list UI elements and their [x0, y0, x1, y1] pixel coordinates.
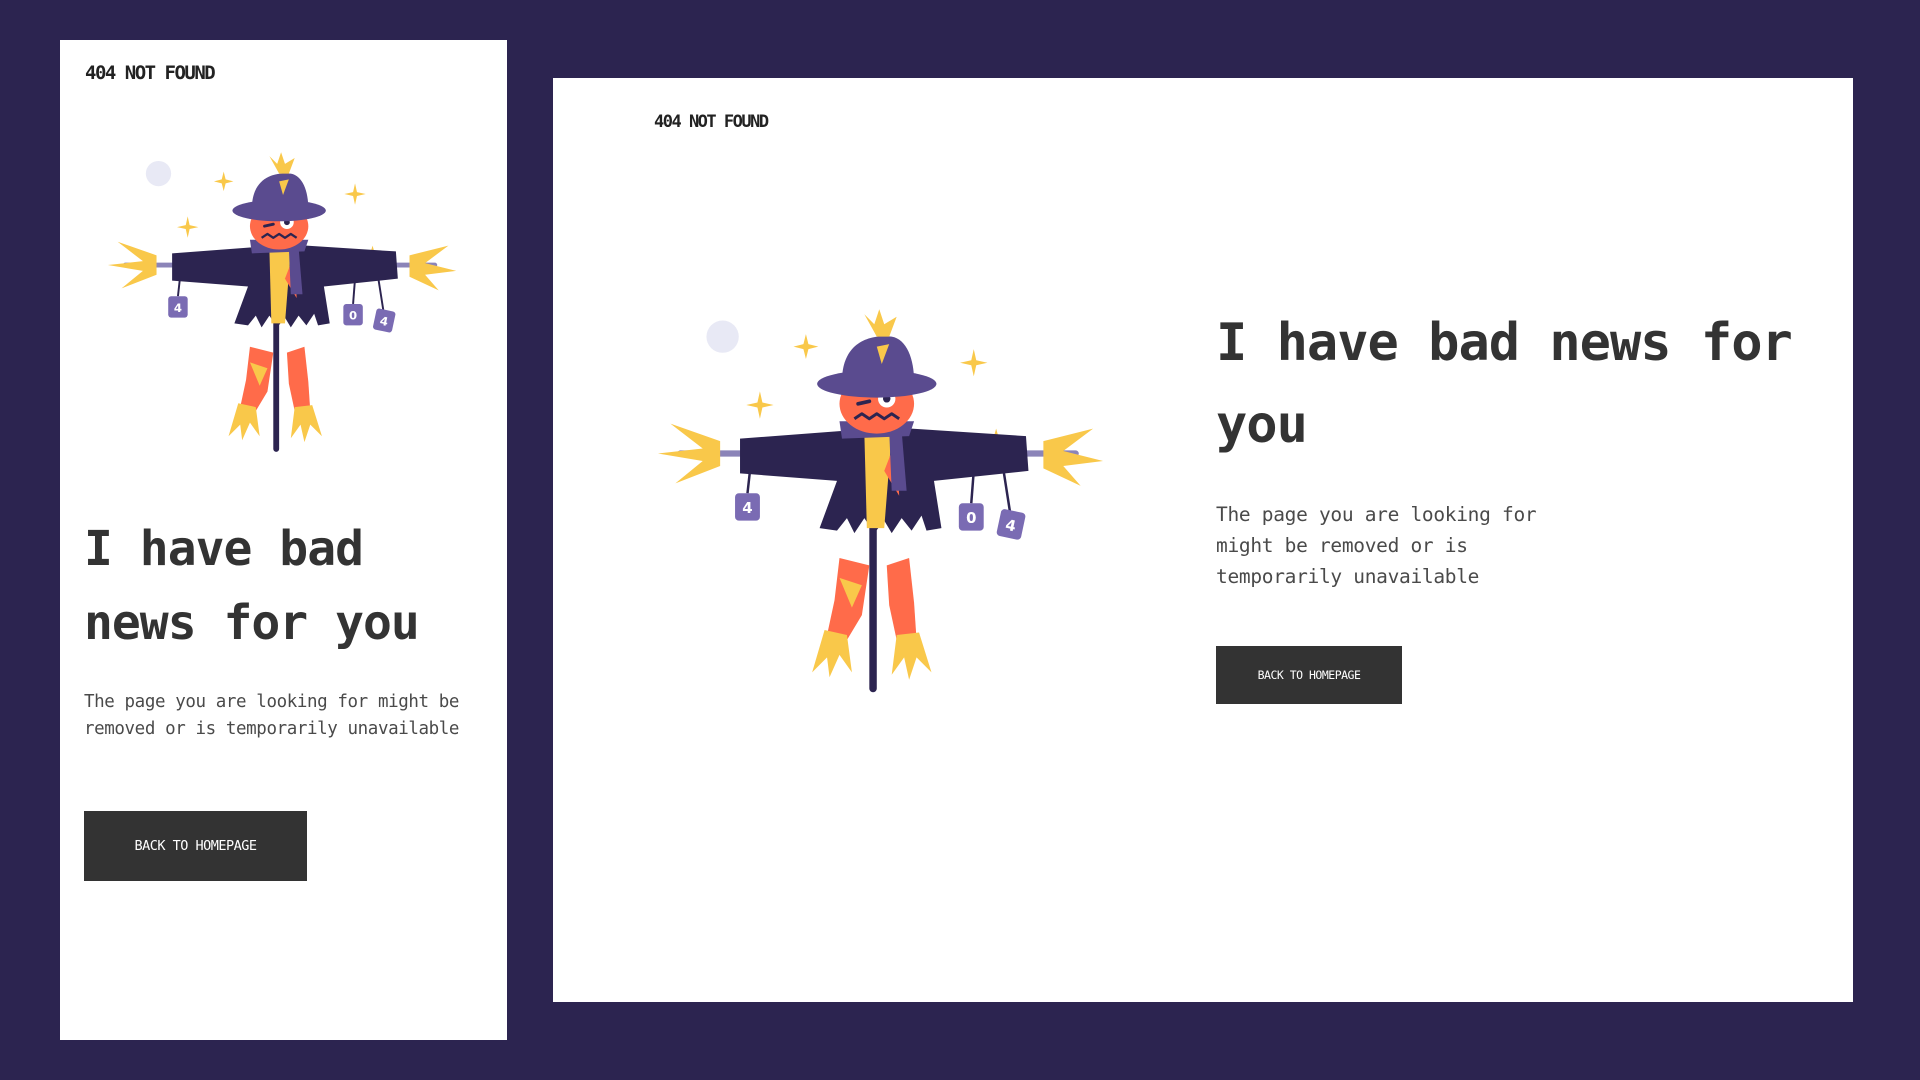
page-heading: I have bad news for you: [84, 521, 420, 651]
scarecrow-illustration: [653, 304, 1113, 700]
desktop-preview-panel: 404 NOT FOUND I have bad news for you Th…: [553, 78, 1853, 1002]
error-message: The page you are looking for might be re…: [84, 692, 460, 739]
back-to-homepage-button[interactable]: BACK TO HOMEPAGE: [1216, 646, 1402, 704]
brand-logo[interactable]: 404 NOT FOUND: [654, 112, 769, 132]
back-to-homepage-button[interactable]: BACK TO HOMEPAGE: [84, 811, 307, 881]
page-heading: I have bad news for you: [1216, 313, 1793, 455]
scarecrow-illustration: [104, 148, 464, 458]
mobile-preview-panel: 404 NOT FOUND I have bad news for you Th…: [60, 40, 507, 1040]
error-message: The page you are looking for might be re…: [1216, 503, 1537, 588]
scarecrow-icon: [653, 304, 1113, 700]
scarecrow-icon: [104, 148, 464, 458]
brand-logo[interactable]: 404 NOT FOUND: [85, 62, 216, 84]
